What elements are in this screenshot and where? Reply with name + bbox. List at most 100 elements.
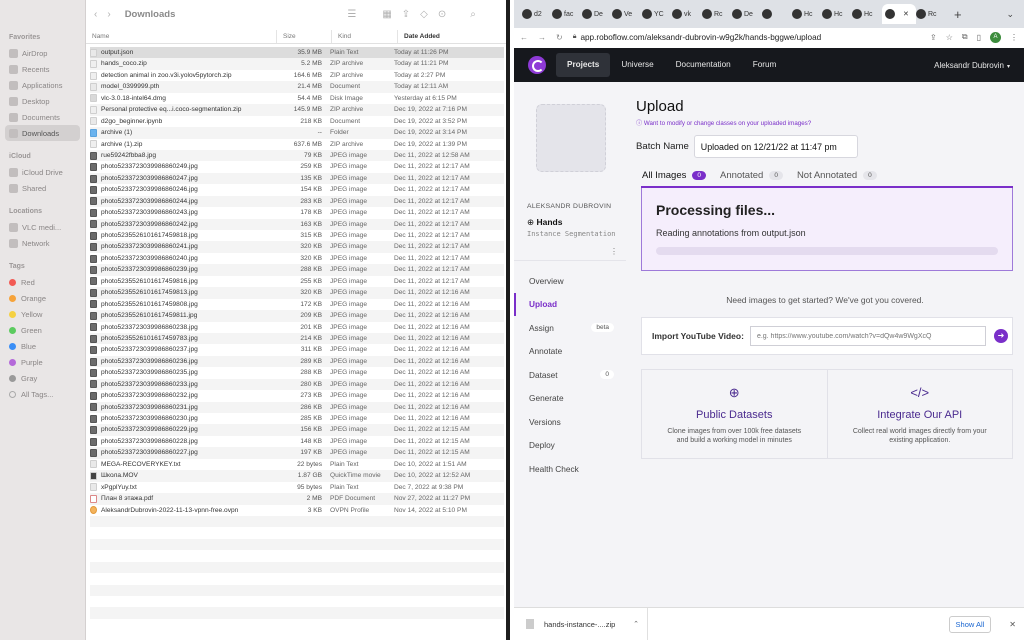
file-row[interactable]: photo5233723039986860249.jpg 259 KB JPEG i… — [90, 161, 504, 172]
url-field[interactable]: app.roboflow.com/aleksandr-dubrovin-w9g2… — [580, 33, 821, 42]
tab-all-images[interactable]: All Images 0 — [642, 170, 706, 186]
file-row[interactable]: d2go_beginner.ipynb 218 KB Document Dec 19,… — [90, 116, 504, 127]
batch-name-input[interactable] — [693, 135, 858, 158]
grid-view-icon[interactable]: ▦ — [382, 9, 391, 20]
file-row[interactable]: photo5233723039986860237.jpg 311 KB JPEG i… — [90, 344, 504, 355]
arrow-right-icon[interactable]: ➜ — [993, 329, 1008, 343]
tag-icon[interactable]: ◇ — [420, 9, 428, 20]
back-icon[interactable]: ‹ — [94, 9, 97, 20]
download-item[interactable]: hands-instance-....zip ⌃ — [514, 607, 648, 640]
file-row[interactable]: photo5233723039986860238.jpg 201 KB JPEG i… — [90, 322, 504, 333]
more-icon[interactable]: ⊙ — [438, 9, 446, 20]
browser-tab[interactable]: Hc — [852, 4, 882, 24]
browser-tab[interactable]: Hc — [822, 4, 852, 24]
sidebar-item-shared[interactable]: Shared — [5, 180, 80, 196]
column-name[interactable]: Name — [86, 30, 277, 43]
sidebar-item-vlc-medi[interactable]: VLC medi... — [5, 219, 80, 235]
file-row[interactable]: MEGA-RECOVERYKEY.txt 22 bytes Plain Text De… — [90, 459, 504, 470]
public-datasets-card[interactable]: ⊕ Public Datasets Clone images from over… — [642, 370, 827, 458]
sidebar-item-desktop[interactable]: Desktop — [5, 93, 80, 109]
file-row[interactable]: photo5235526101617459808.jpg 172 KB JPEG i… — [90, 299, 504, 310]
extensions-icon[interactable]: ⧉ — [962, 32, 968, 42]
sidebar-item-applications[interactable]: Applications — [5, 77, 80, 93]
lock-icon[interactable]: 🔒︎ — [573, 33, 577, 41]
youtube-url-input[interactable] — [749, 326, 986, 346]
file-row[interactable]: photo5235526101617459813.jpg 320 KB JPEG i… — [90, 287, 504, 299]
file-row[interactable]: photo5233723039986860227.jpg 197 KB JPEG i… — [90, 447, 504, 459]
project-menu-overview[interactable]: Overview — [514, 269, 626, 293]
nav-projects[interactable]: Projects — [556, 53, 611, 77]
file-row[interactable]: photo5233723039986860247.jpg 135 KB JPEG i… — [90, 172, 504, 185]
modify-classes-link[interactable]: ⓘ Want to modify or change classes on yo… — [636, 118, 1024, 127]
nav-universe[interactable]: Universe — [610, 53, 664, 77]
nav-forum[interactable]: Forum — [742, 53, 788, 77]
file-row[interactable]: photo5235526101617459783.jpg 214 KB JPEG i… — [90, 332, 504, 345]
profile-avatar[interactable]: A — [990, 31, 1001, 43]
share-icon[interactable]: ⇪ — [930, 33, 937, 42]
sidebar-tag-gray[interactable]: Gray — [5, 370, 80, 386]
sidebar-tag-yellow[interactable]: Yellow — [5, 306, 80, 322]
browser-tab[interactable]: Ve — [612, 4, 642, 24]
project-menu-assign[interactable]: Assign beta — [514, 316, 626, 340]
browser-tab[interactable]: YC — [642, 4, 672, 24]
tab-annotated[interactable]: Annotated 0 — [720, 170, 783, 186]
nav-documentation[interactable]: Documentation — [665, 53, 742, 77]
file-row[interactable]: photo5233723039986860228.jpg 148 KB JPEG i… — [90, 436, 504, 447]
file-row[interactable]: xPgplYuy.txt 95 bytes Plain Text Dec 7, 202… — [90, 482, 504, 493]
browser-tab[interactable] — [762, 4, 792, 24]
sidebar-item-recents[interactable]: Recents — [5, 61, 80, 77]
sidebar-tag-purple[interactable]: Purple — [5, 354, 80, 370]
file-row[interactable]: hands_coco.zip 5.2 MB ZIP archive Today at … — [90, 58, 504, 70]
project-menu-generate[interactable]: Generate — [514, 387, 626, 411]
new-tab-icon[interactable]: + — [954, 7, 962, 22]
browser-tab[interactable]: De — [732, 4, 762, 24]
back-icon[interactable]: ← — [520, 33, 528, 42]
file-row[interactable]: photo5233723039986860233.jpg 280 KB JPEG i… — [90, 378, 504, 391]
project-menu-upload[interactable]: Upload — [514, 292, 626, 316]
file-row[interactable]: photo5233723039986860230.jpg 285 KB JPEG i… — [90, 413, 504, 424]
file-row[interactable]: output.json 35.9 MB Plain Text Today at 11:… — [90, 47, 504, 59]
list-view-icon[interactable]: ☰ — [347, 9, 356, 20]
sidebar-tag-blue[interactable]: Blue — [5, 338, 80, 354]
forward-icon[interactable]: › — [107, 9, 110, 20]
project-menu-health-check[interactable]: Health Check — [514, 457, 626, 481]
browser-tab[interactable]: Rc — [702, 4, 732, 24]
file-row[interactable]: AleksandrDubrovin-2022-11-13-vpnn-free.o… — [90, 505, 504, 516]
user-menu[interactable]: Aleksandr Dubrovin ▾ — [934, 61, 1010, 70]
sidebar-item-documents[interactable]: Documents — [5, 109, 80, 125]
file-row[interactable]: detection animal in zoo.v3i.yolov5pytorc… — [90, 70, 504, 81]
sidebar-item-downloads[interactable]: Downloads — [5, 125, 80, 141]
file-row[interactable]: model_0399999.pth 21.4 MB Document Today at… — [90, 81, 504, 93]
file-row[interactable]: archive (1).zip 637.6 MB ZIP archive Dec 19… — [90, 139, 504, 150]
file-row[interactable]: photo5233723039986860239.jpg 288 KB JPEG i… — [90, 264, 504, 276]
file-row[interactable]: photo5233723039986860232.jpg 273 KB JPEG i… — [90, 390, 504, 401]
sidebar-item-network[interactable]: Network — [5, 235, 80, 251]
integrate-api-card[interactable]: </> Integrate Our API Collect real world… — [826, 370, 1013, 458]
browser-tab[interactable]: De — [582, 4, 612, 24]
sidebar-tag-green[interactable]: Green — [5, 322, 80, 338]
file-row[interactable]: photo5233723039986860243.jpg 178 KB JPEG i… — [90, 207, 504, 218]
file-row[interactable]: photo5233723039986860235.jpg 288 KB JPEG i… — [90, 367, 504, 378]
file-row[interactable]: photo5233723039986860241.jpg 320 KB JPEG i… — [90, 241, 504, 253]
file-row[interactable]: photo5235526101617459811.jpg 209 KB JPEG i… — [90, 310, 504, 322]
project-options-icon[interactable]: ⋮ — [610, 247, 618, 256]
file-row[interactable]: Personal protective eq...i.coco-segmenta… — [90, 104, 504, 116]
browser-tab[interactable]: d2 — [522, 4, 552, 24]
sidebar-icon[interactable]: ▯ — [977, 33, 981, 42]
file-row[interactable]: photo5233723039986860242.jpg 163 KB JPEG i… — [90, 218, 504, 230]
forward-icon[interactable]: → — [538, 33, 546, 42]
project-menu-dataset[interactable]: Dataset 0 — [514, 363, 626, 387]
column-date-added[interactable]: Date Added — [398, 30, 506, 43]
column-size[interactable]: Size — [277, 30, 332, 43]
project-menu-deploy[interactable]: Deploy — [514, 434, 626, 458]
roboflow-logo-icon[interactable] — [528, 56, 546, 74]
project-menu-annotate[interactable]: Annotate — [514, 340, 626, 364]
search-icon[interactable]: ⌕ — [470, 9, 476, 20]
column-kind[interactable]: Kind — [332, 30, 398, 43]
show-all-button[interactable]: Show All — [948, 615, 992, 633]
chevron-up-icon[interactable]: ⌃ — [633, 620, 639, 628]
share-icon[interactable]: ⇪ — [402, 9, 410, 20]
file-row[interactable]: Школа.MOV 1.87 GB QuickTime movie Dec 10, 2… — [90, 470, 504, 482]
sidebar-tag-orange[interactable]: Orange — [5, 290, 80, 306]
bookmark-star-icon[interactable]: ☆ — [946, 33, 953, 42]
